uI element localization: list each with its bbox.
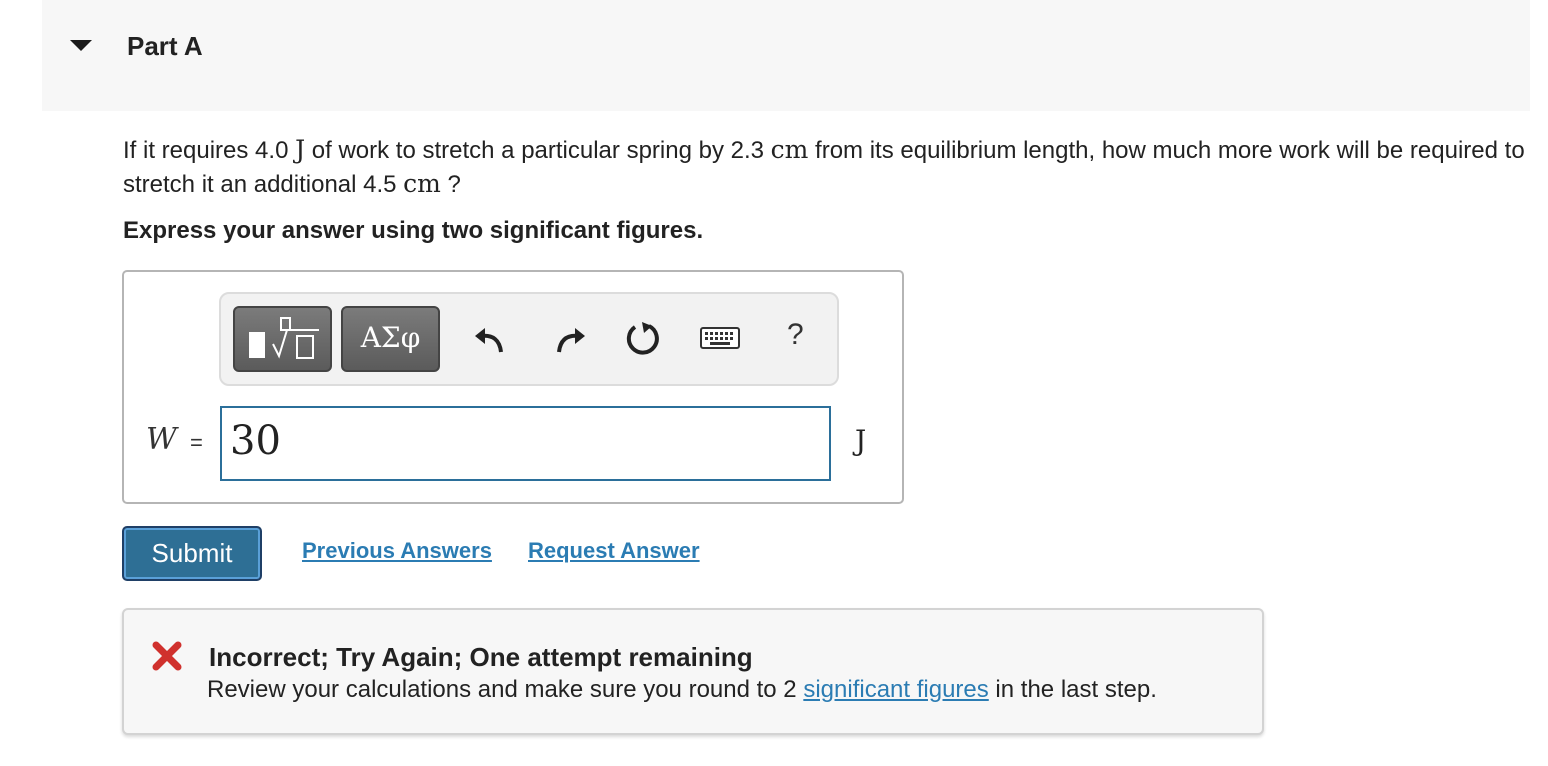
part-title: Part A: [127, 31, 203, 61]
answer-variable: W: [146, 422, 177, 457]
instruction-text: Express your answer using two significan…: [123, 217, 704, 244]
help-icon[interactable]: ?: [787, 318, 804, 352]
feedback-text-after: in the last step.: [988, 676, 1157, 703]
feedback-text: Review your calculations and make sure y…: [207, 676, 1157, 704]
significant-figures-link[interactable]: significant figures: [803, 676, 988, 703]
undo-icon[interactable]: [471, 318, 511, 358]
answer-unit: J: [855, 424, 867, 457]
question-part-2: of work to stretch a particular spring b…: [305, 137, 771, 164]
templates-button[interactable]: [233, 306, 332, 372]
unit-joule: J: [295, 135, 306, 164]
redo-icon[interactable]: [549, 318, 589, 358]
previous-answers-link[interactable]: Previous Answers: [302, 538, 492, 564]
question-part-4: ?: [440, 171, 461, 198]
reset-icon[interactable]: [623, 318, 663, 358]
request-answer-link[interactable]: Request Answer: [528, 538, 700, 564]
unit-cm: cm: [770, 135, 809, 164]
incorrect-x-icon: [152, 641, 182, 671]
feedback-title: Incorrect; Try Again; One attempt remain…: [209, 642, 753, 672]
keyboard-icon[interactable]: [699, 318, 741, 358]
answer-input[interactable]: 30: [220, 406, 831, 481]
symbols-button[interactable]: ΑΣφ: [341, 306, 440, 372]
math-toolbar: ΑΣφ ?: [219, 292, 839, 386]
equals-sign: =: [190, 430, 203, 455]
part-header[interactable]: [42, 0, 1530, 111]
question-text: If it requires 4.0 J of work to stretch …: [123, 133, 1533, 201]
collapse-triangle-icon[interactable]: [70, 40, 92, 51]
feedback-text-before: Review your calculations and make sure y…: [207, 676, 804, 703]
question-part-1: If it requires 4.0: [123, 137, 296, 164]
unit-cm-2: cm: [403, 169, 441, 198]
templates-icon: [249, 317, 319, 359]
submit-button[interactable]: Submit: [122, 526, 262, 581]
